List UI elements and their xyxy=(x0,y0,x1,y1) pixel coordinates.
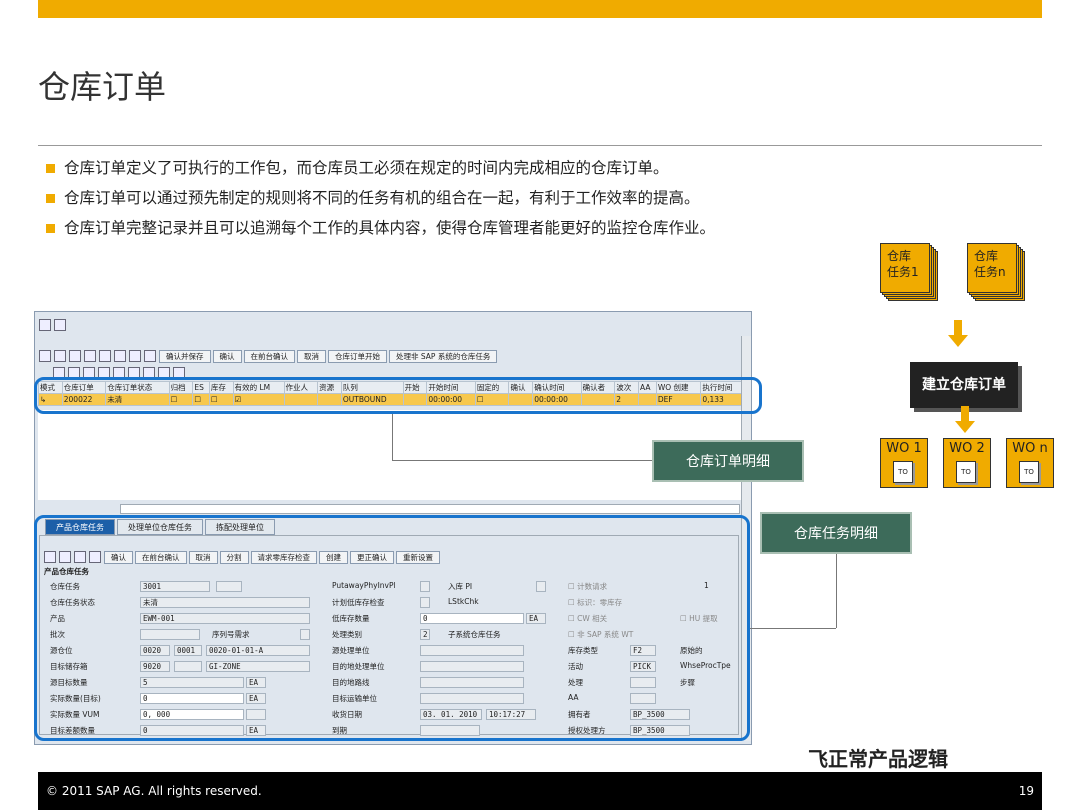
top-accent-bar xyxy=(38,0,1042,18)
horizontal-scrollbar[interactable] xyxy=(120,504,740,514)
document-icon: TO xyxy=(956,461,976,483)
bullet-item: 仓库订单定义了可执行的工作包，而仓库员工必须在规定的时间内完成相应的仓库订单。 xyxy=(46,158,786,179)
task-1-label: 仓库 任务1 xyxy=(887,249,919,279)
confirm-button[interactable]: 确认 xyxy=(212,349,242,363)
bullet-item: 仓库订单可以通过预先制定的规则将不同的任务有机的组合在一起，有利于工作效率的提高… xyxy=(46,188,786,209)
task-detail-highlight xyxy=(34,515,750,741)
table-icon[interactable] xyxy=(69,350,81,362)
bullet-item: 仓库订单完整记录并且可以追溯每个工作的具体内容，使得仓库管理者能更好的监控仓库作… xyxy=(46,218,786,239)
watermark: 飞正常产品逻辑 xyxy=(808,747,948,771)
save-icon[interactable] xyxy=(129,350,141,362)
copyright: © 2011 SAP AG. All rights reserved. xyxy=(46,784,262,798)
app-toolbar xyxy=(35,316,751,334)
connector-line xyxy=(836,554,837,628)
foreground-confirm-button[interactable]: 在前台确认 xyxy=(243,349,295,363)
down-icon[interactable] xyxy=(54,350,66,362)
bullet-list: 仓库订单定义了可执行的工作包，而仓库员工必须在规定的时间内完成相应的仓库订单。 … xyxy=(46,158,786,248)
print-icon[interactable] xyxy=(144,350,156,362)
non-sap-task-button[interactable]: 处理非 SAP 系统的仓库任务 xyxy=(389,349,498,363)
edit-icon[interactable] xyxy=(84,350,96,362)
footer-bar: © 2011 SAP AG. All rights reserved. 19 xyxy=(38,772,1042,810)
page-number: 19 xyxy=(1018,784,1034,798)
title-divider xyxy=(38,145,1042,146)
order-start-button[interactable]: 仓库订单开始 xyxy=(328,349,387,363)
wo-1-box: WO 1 TO xyxy=(880,438,928,488)
task-stack-1: 仓库 任务1 xyxy=(880,243,938,301)
document-icon: TO xyxy=(893,461,913,483)
connector-line xyxy=(392,460,654,461)
build-order-box: 建立仓库订单 xyxy=(910,362,1018,408)
connector-line xyxy=(392,414,393,460)
document-icon: TO xyxy=(1019,461,1039,483)
cancel-button[interactable]: 取消 xyxy=(297,349,326,363)
task-n-label: 仓库 任务n xyxy=(974,249,1006,279)
change-icon[interactable] xyxy=(99,350,111,362)
confirm-save-button[interactable]: 确认并保存 xyxy=(159,349,211,363)
connector-line xyxy=(750,628,836,629)
wo-n-box: WO n TO xyxy=(1006,438,1054,488)
display-icon[interactable] xyxy=(39,319,51,331)
up-icon[interactable] xyxy=(39,350,51,362)
arrow-down-icon xyxy=(955,406,975,434)
page-title: 仓库订单 xyxy=(38,68,167,106)
task-stack-n: 仓库 任务n xyxy=(967,243,1025,301)
refresh-icon[interactable] xyxy=(114,350,126,362)
action-toolbar: 确认并保存 确认 在前台确认 取消 仓库订单开始 处理非 SAP 系统的仓库任务 xyxy=(35,347,751,365)
task-detail-callout: 仓库任务明细 xyxy=(760,512,912,554)
overview-icon[interactable] xyxy=(54,319,66,331)
wo-2-box: WO 2 TO xyxy=(943,438,991,488)
arrow-down-icon xyxy=(948,320,968,348)
order-detail-highlight xyxy=(34,377,762,414)
order-detail-callout: 仓库订单明细 xyxy=(652,440,804,482)
